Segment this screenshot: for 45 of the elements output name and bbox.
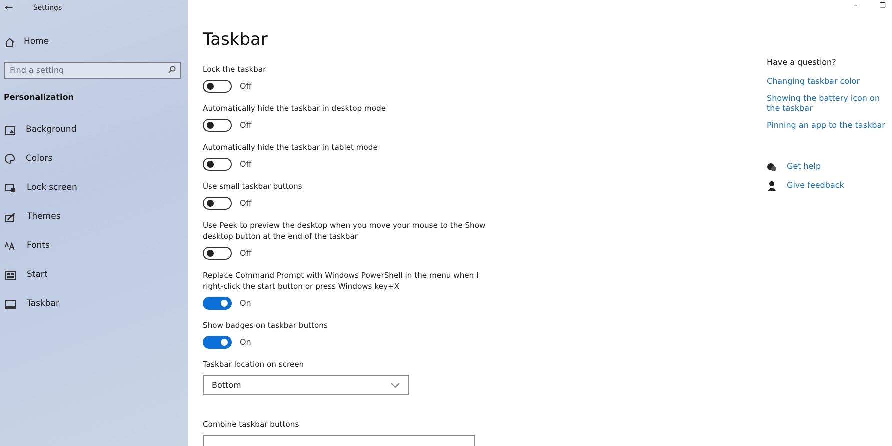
toggle-switch[interactable] bbox=[203, 197, 232, 210]
section-heading: Personalization bbox=[3, 93, 75, 102]
toggle-switch[interactable] bbox=[203, 119, 232, 132]
help-heading: Have a question? bbox=[767, 58, 838, 67]
back-button[interactable]: ← bbox=[5, 2, 14, 14]
nav-item[interactable]: Start bbox=[0, 267, 188, 283]
help-link[interactable]: Showing the battery icon on the taskbar bbox=[767, 94, 892, 114]
help-link[interactable]: Give feedback bbox=[787, 181, 844, 191]
toggle-switch[interactable] bbox=[203, 158, 232, 171]
search-field[interactable]: Find a setting bbox=[4, 62, 181, 79]
page-title: Taskbar bbox=[203, 30, 269, 50]
help-link[interactable]: Get help bbox=[787, 162, 822, 172]
toggle-switch[interactable] bbox=[203, 336, 232, 349]
toggle-state: Off bbox=[240, 121, 252, 130]
toggle-switch[interactable] bbox=[203, 297, 232, 310]
font-icon bbox=[5, 242, 16, 250]
toggle-state: Off bbox=[240, 160, 252, 169]
nav-item[interactable]: Background bbox=[0, 122, 188, 138]
help-link[interactable]: Changing taskbar color bbox=[767, 77, 892, 87]
help-link[interactable]: Pinning an app to the taskbar bbox=[767, 121, 892, 131]
home-nav-item[interactable]: Home bbox=[0, 34, 188, 50]
brush-icon bbox=[5, 212, 16, 222]
toggle-state: On bbox=[240, 338, 252, 347]
monitor-lock-icon bbox=[5, 184, 16, 192]
nav-item[interactable]: Colors bbox=[0, 151, 188, 167]
toggle-switch[interactable] bbox=[203, 80, 232, 93]
nav-item[interactable]: Fonts bbox=[0, 238, 188, 254]
chat-bubbles-icon bbox=[767, 162, 777, 172]
toggle-switch[interactable] bbox=[203, 247, 232, 260]
home-icon bbox=[5, 38, 15, 46]
person-icon bbox=[767, 181, 777, 191]
toggle-state: On bbox=[240, 299, 252, 308]
chevron-down-icon bbox=[391, 382, 400, 388]
search-icon bbox=[168, 66, 176, 74]
start-menu-icon bbox=[5, 270, 16, 280]
palette-icon bbox=[5, 154, 15, 164]
nav-item[interactable]: Themes bbox=[0, 209, 188, 225]
nav-item[interactable]: Lock screen bbox=[0, 180, 188, 196]
toggle-state: Off bbox=[240, 249, 252, 258]
dropdown[interactable]: Bottom bbox=[203, 375, 409, 395]
picture-frame-icon bbox=[5, 126, 15, 134]
toggle-state: Off bbox=[240, 199, 252, 208]
nav-item[interactable]: Taskbar bbox=[0, 296, 188, 312]
toggle-state: Off bbox=[240, 82, 252, 91]
taskbar-icon bbox=[5, 300, 16, 308]
